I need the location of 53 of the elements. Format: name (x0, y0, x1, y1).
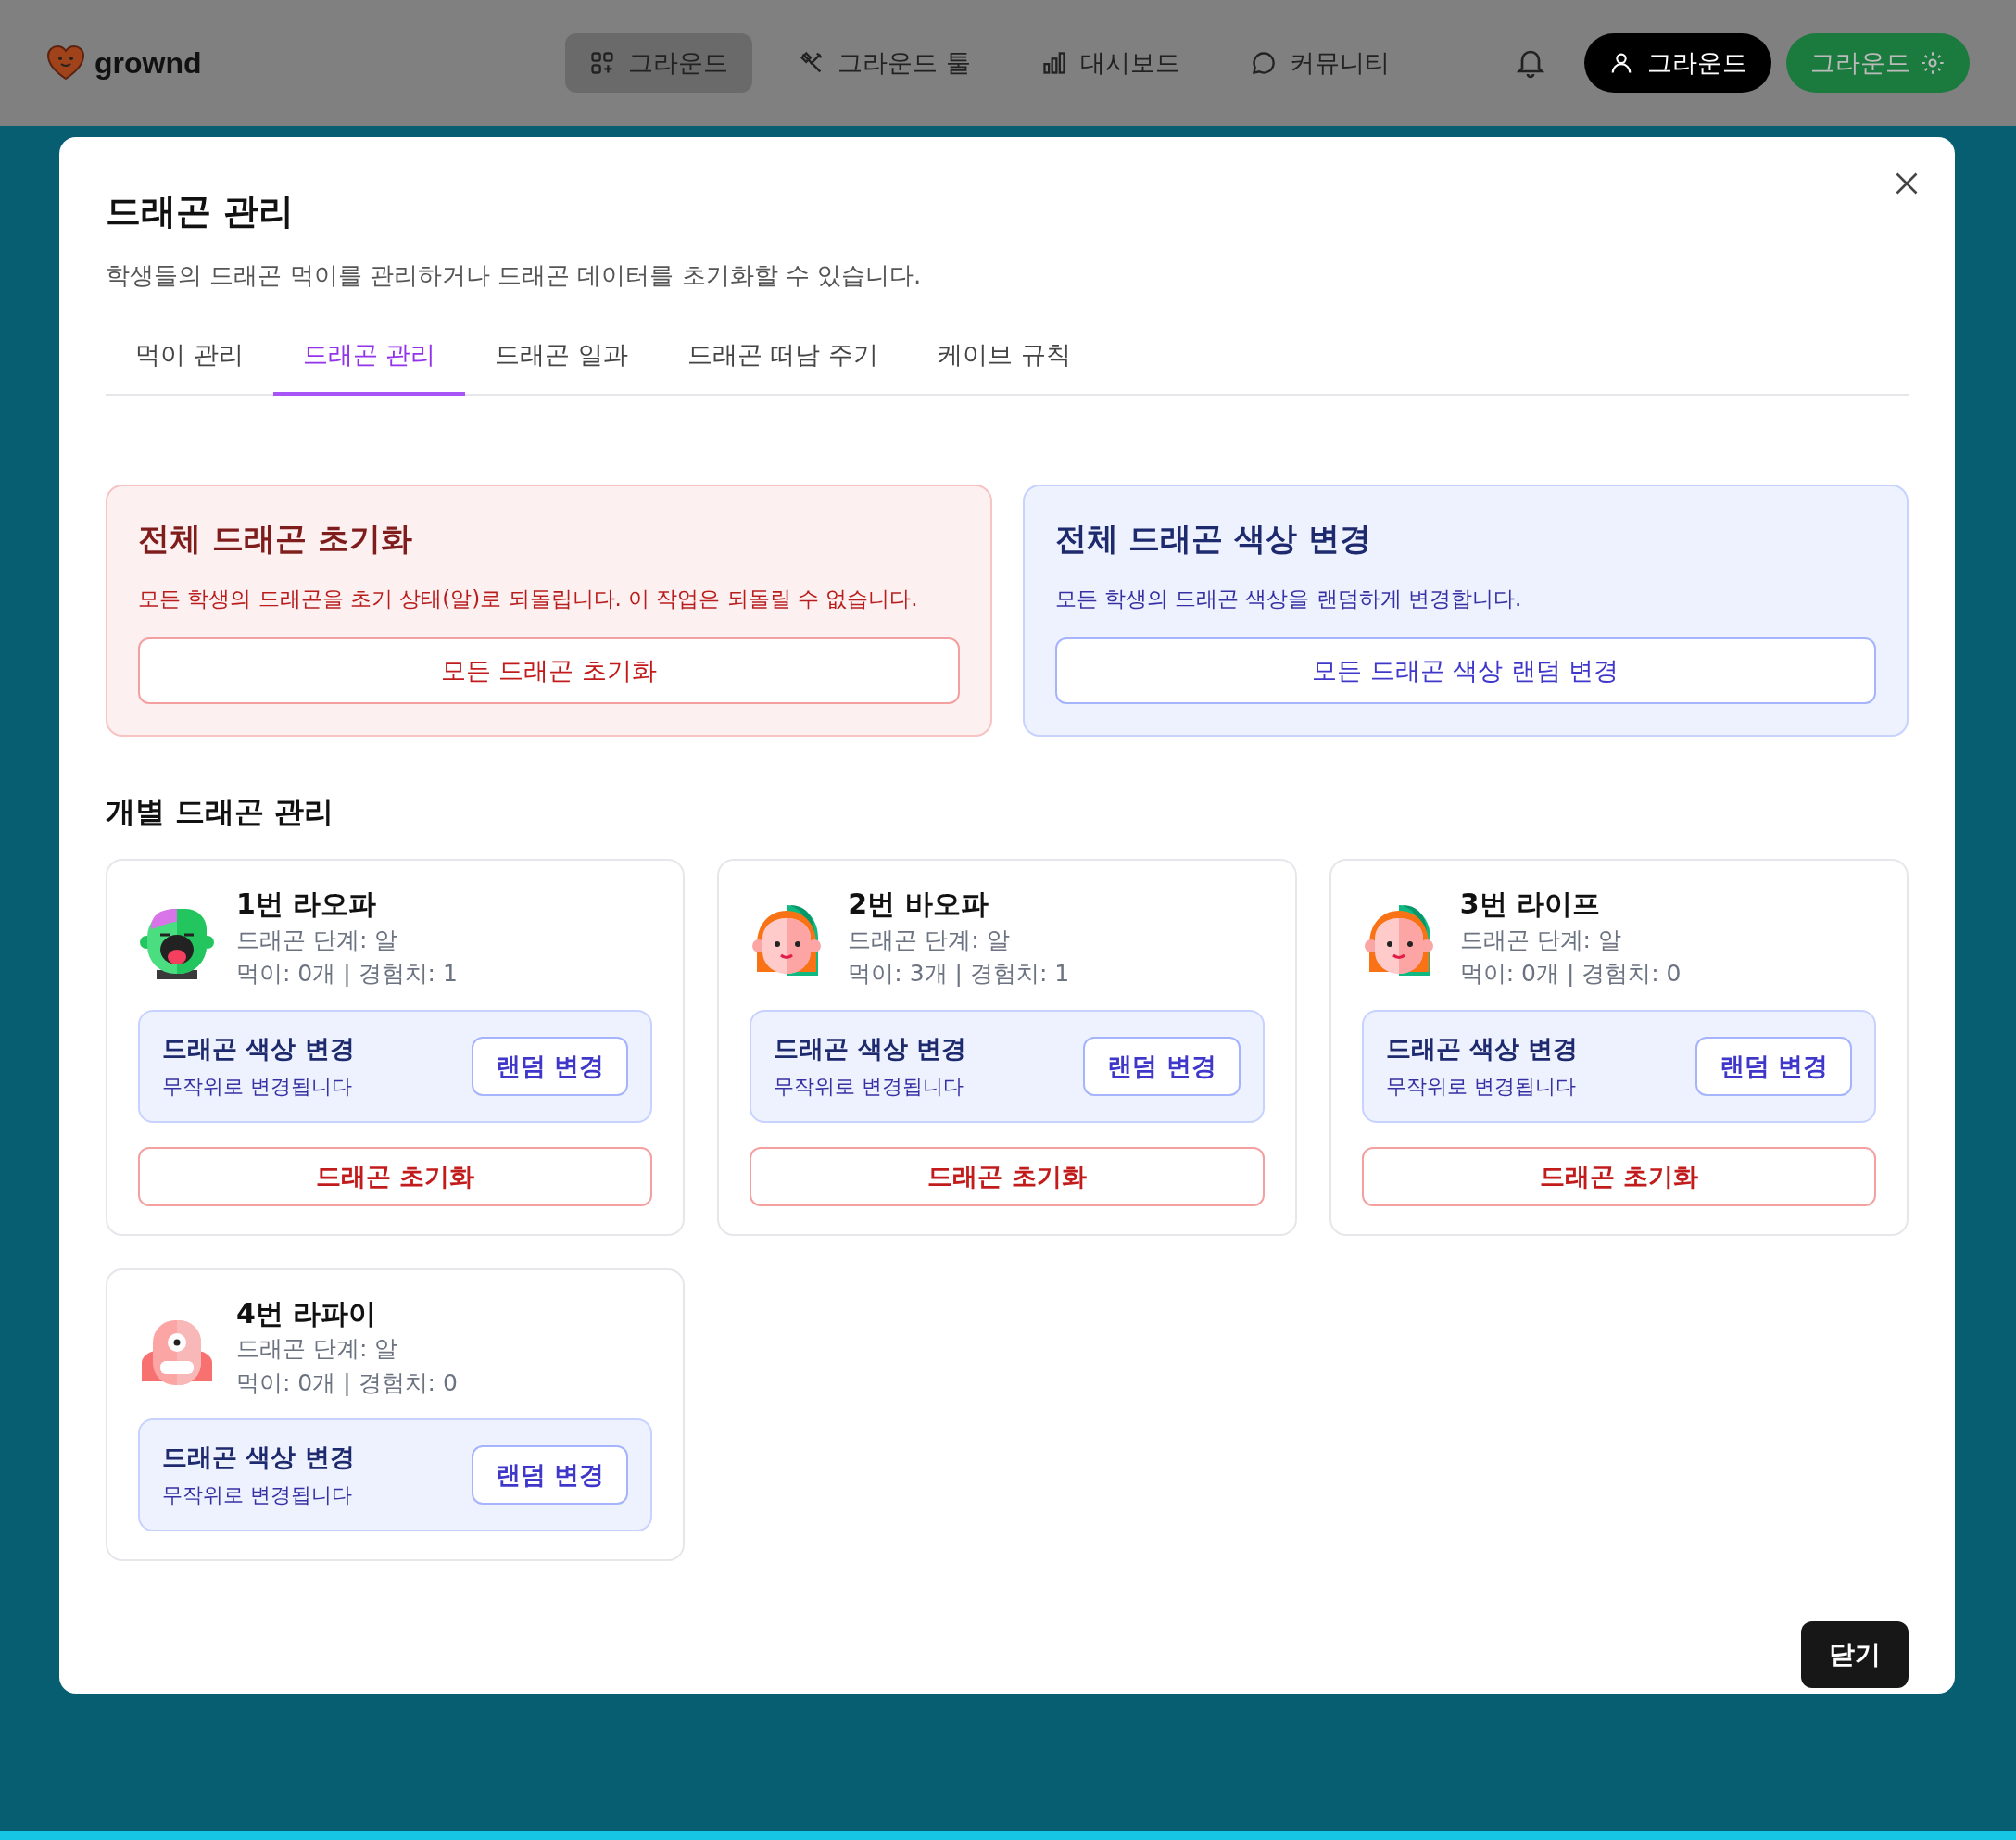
random-change-button[interactable]: 랜덤 변경 (471, 1445, 629, 1505)
dragon-stats: 먹이: 3개 | 경험치: 1 (848, 959, 1070, 989)
panel-note: 무작위로 변경됩니다 (1385, 1073, 1577, 1100)
panel-note: 무작위로 변경됩니다 (774, 1073, 965, 1100)
dragon-reset-button[interactable]: 드래곤 초기화 (750, 1146, 1265, 1206)
tab[interactable]: 드래곤 떠남 주기 (657, 321, 908, 396)
tab[interactable]: 먹이 관리 (106, 321, 273, 396)
tab[interactable]: 케이브 규칙 (907, 321, 1101, 396)
nav-item[interactable]: 커뮤니티 (1226, 33, 1414, 93)
tab[interactable]: 드래곤 일과 (465, 321, 658, 396)
close-icon[interactable] (1894, 170, 1920, 196)
panel-title: 드래곤 색상 변경 (774, 1032, 967, 1065)
grid-icon (589, 50, 615, 76)
panel-title: 드래곤 색상 변경 (1385, 1032, 1579, 1065)
random-change-button[interactable]: 랜덤 변경 (471, 1036, 629, 1096)
dialog-title: 드래곤 관리 (106, 190, 296, 233)
dialog-description: 학생들의 드래곤 먹이를 관리하거나 드래곤 데이터를 초기화할 수 있습니다. (106, 260, 923, 291)
bar-chart-icon (1040, 50, 1067, 76)
card-title: 전체 드래곤 초기화 (138, 519, 413, 559)
dragon-stage: 드래곤 단계: 알 (236, 925, 399, 955)
panel-title: 드래곤 색상 변경 (162, 1032, 355, 1065)
heart-logo-icon (46, 45, 85, 81)
logo-text[interactable]: grownd (94, 45, 202, 81)
card-title: 전체 드래곤 색상 변경 (1054, 519, 1372, 559)
dragon-reset-button[interactable]: 드래곤 초기화 (1361, 1146, 1876, 1206)
dragon-reset-button[interactable]: 드래곤 초기화 (138, 1146, 653, 1206)
nav-item[interactable]: 그라운드 툴 (775, 33, 995, 93)
reset-all-button[interactable]: 모든 드래곤 초기화 (138, 637, 960, 704)
student-name: 2번 바오파 (848, 887, 989, 922)
panel-note: 무작위로 변경됩니다 (162, 1482, 353, 1508)
dragon-stats: 먹이: 0개 | 경험치: 1 (236, 959, 458, 989)
section-title: 개별 드래곤 관리 (106, 793, 335, 831)
random-change-button[interactable]: 랜덤 변경 (1695, 1036, 1852, 1096)
dragon-stage: 드래곤 단계: 알 (848, 925, 1011, 955)
tab[interactable]: 드래곤 관리 (272, 321, 466, 396)
user-button[interactable]: 그라운드 (1584, 33, 1771, 93)
panel-note: 무작위로 변경됩니다 (162, 1073, 353, 1100)
recolor-all-button[interactable]: 모든 드래곤 색상 랜덤 변경 (1054, 637, 1876, 704)
chat-bubble-icon (1250, 50, 1277, 76)
gear-icon (1920, 50, 1946, 76)
random-change-button[interactable]: 랜덤 변경 (1083, 1036, 1241, 1096)
card-text: 모든 학생의 드래곤을 초기 상태(알)로 되돌립니다. 이 작업은 되돌릴 수 없습니다. (138, 586, 919, 612)
dragon-stats: 먹이: 0개 | 경험치: 0 (236, 1367, 458, 1398)
student-name: 4번 라파이 (236, 1295, 378, 1330)
student-name: 3번 라이프 (1459, 887, 1601, 922)
card-text: 모든 학생의 드래곤 색상을 랜덤하게 변경합니다. (1054, 586, 1523, 612)
student-name: 1번 라오파 (236, 887, 378, 922)
nav-item[interactable]: 대시보드 (1016, 33, 1204, 93)
dragon-stage: 드래곤 단계: 알 (236, 1334, 399, 1364)
dragon-stage: 드래곤 단계: 알 (1459, 925, 1622, 955)
panel-title: 드래곤 색상 변경 (162, 1442, 355, 1473)
dragon-stats: 먹이: 0개 | 경험치: 0 (1459, 959, 1682, 989)
close-button[interactable]: 닫기 (1801, 1621, 1909, 1688)
